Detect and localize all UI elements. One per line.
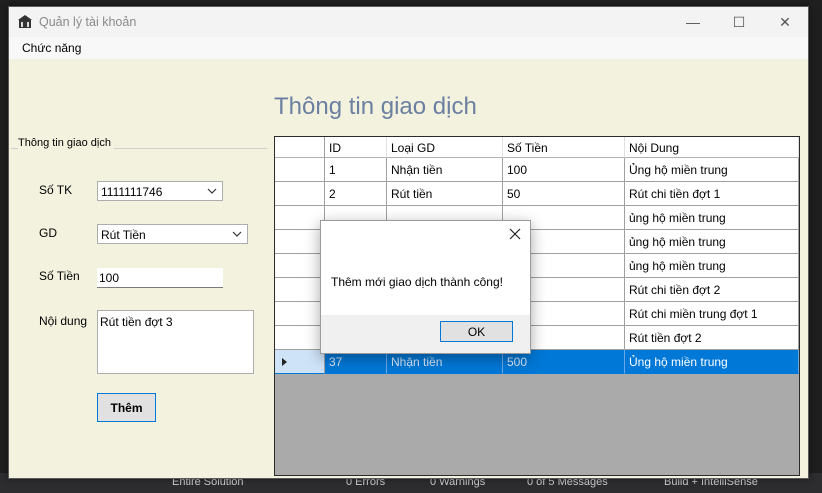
grid-header: ID Loại GD Số Tiền Nội Dung [275,137,799,158]
close-icon: ✕ [779,13,791,30]
main-window: Quản lý tài khoản — ☐ ✕ Chức năng Thông … [8,6,809,479]
row-header-corner[interactable] [275,137,325,158]
chevron-down-icon [232,231,242,237]
menu-bar: Chức năng [9,37,808,59]
type-value: Rút Tiền [101,228,146,242]
row-header[interactable] [275,350,325,374]
account-combobox[interactable]: 1111111746 [97,181,223,201]
menu-item-chuc-nang[interactable]: Chức năng [22,41,81,55]
cell-amount[interactable]: 50 [503,182,625,206]
row-header[interactable] [275,230,325,254]
row-header[interactable] [275,206,325,230]
table-row[interactable]: 2 Rút tiền 50 Rút chi tiền đợt 1 [275,182,799,206]
group-box-label: Thông tin giao dịch [18,137,114,149]
cell-content[interactable]: Rút chi miền trung đợt 1 [625,302,799,326]
cell-content[interactable]: Rút tiền đợt 2 [625,326,799,350]
cell-id[interactable]: 1 [325,158,387,182]
add-button[interactable]: Thêm [97,393,156,422]
content-textarea[interactable]: Rút tiền đợt 3 [97,310,254,374]
maximize-icon: ☐ [732,13,746,30]
current-row-icon [282,358,287,366]
cell-content[interactable]: ủng hộ miền trung [625,230,799,254]
type-combobox[interactable]: Rút Tiền [97,224,248,244]
ok-button[interactable]: OK [440,321,513,342]
cell-type[interactable]: Rút tiền [387,182,503,206]
close-button[interactable]: ✕ [762,7,808,37]
message-dialog: Thêm mới giao dịch thành công! OK [320,220,531,354]
row-header[interactable] [275,326,325,350]
row-header[interactable] [275,158,325,182]
amount-input[interactable] [97,268,223,288]
minimize-button[interactable]: — [670,7,716,37]
title-bar: Quản lý tài khoản — ☐ ✕ [9,7,808,37]
cell-content[interactable]: Rút chi tiền đợt 2 [625,278,799,302]
row-header[interactable] [275,278,325,302]
cell-content[interactable]: Ủng hộ miền trung [625,158,799,182]
row-header[interactable] [275,254,325,278]
account-label: Số TK [39,183,73,197]
close-icon[interactable] [508,227,522,241]
page-title: Thông tin giao dịch [274,93,477,120]
row-header[interactable] [275,302,325,326]
dialog-message: Thêm mới giao dịch thành công! [331,275,503,289]
type-label: GD [39,226,57,240]
cell-content[interactable]: ủng hộ miền trung [625,206,799,230]
row-header[interactable] [275,182,325,206]
account-value: 1111111746 [101,185,163,199]
cell-content[interactable]: Ủng hộ miền trung [625,350,799,374]
column-header-type[interactable]: Loại GD [387,137,503,158]
app-icon [18,15,32,28]
window-title: Quản lý tài khoản [39,15,137,29]
chevron-down-icon [207,188,217,194]
cell-id[interactable]: 2 [325,182,387,206]
cell-type[interactable]: Nhận tiền [387,158,503,182]
cell-content[interactable]: Rút chi tiền đợt 1 [625,182,799,206]
cell-amount[interactable]: 100 [503,158,625,182]
column-header-id[interactable]: ID [325,137,387,158]
content-label: Nội dung [39,314,88,328]
column-header-content[interactable]: Nội Dung [625,137,799,158]
amount-label: Số Tiền [39,269,80,283]
column-header-amount[interactable]: Số Tiền [503,137,625,158]
cell-content[interactable]: ủng hộ miền trung [625,254,799,278]
minimize-icon: — [686,14,700,30]
table-row[interactable]: 1 Nhận tiền 100 Ủng hộ miền trung [275,158,799,182]
maximize-button[interactable]: ☐ [716,7,762,37]
